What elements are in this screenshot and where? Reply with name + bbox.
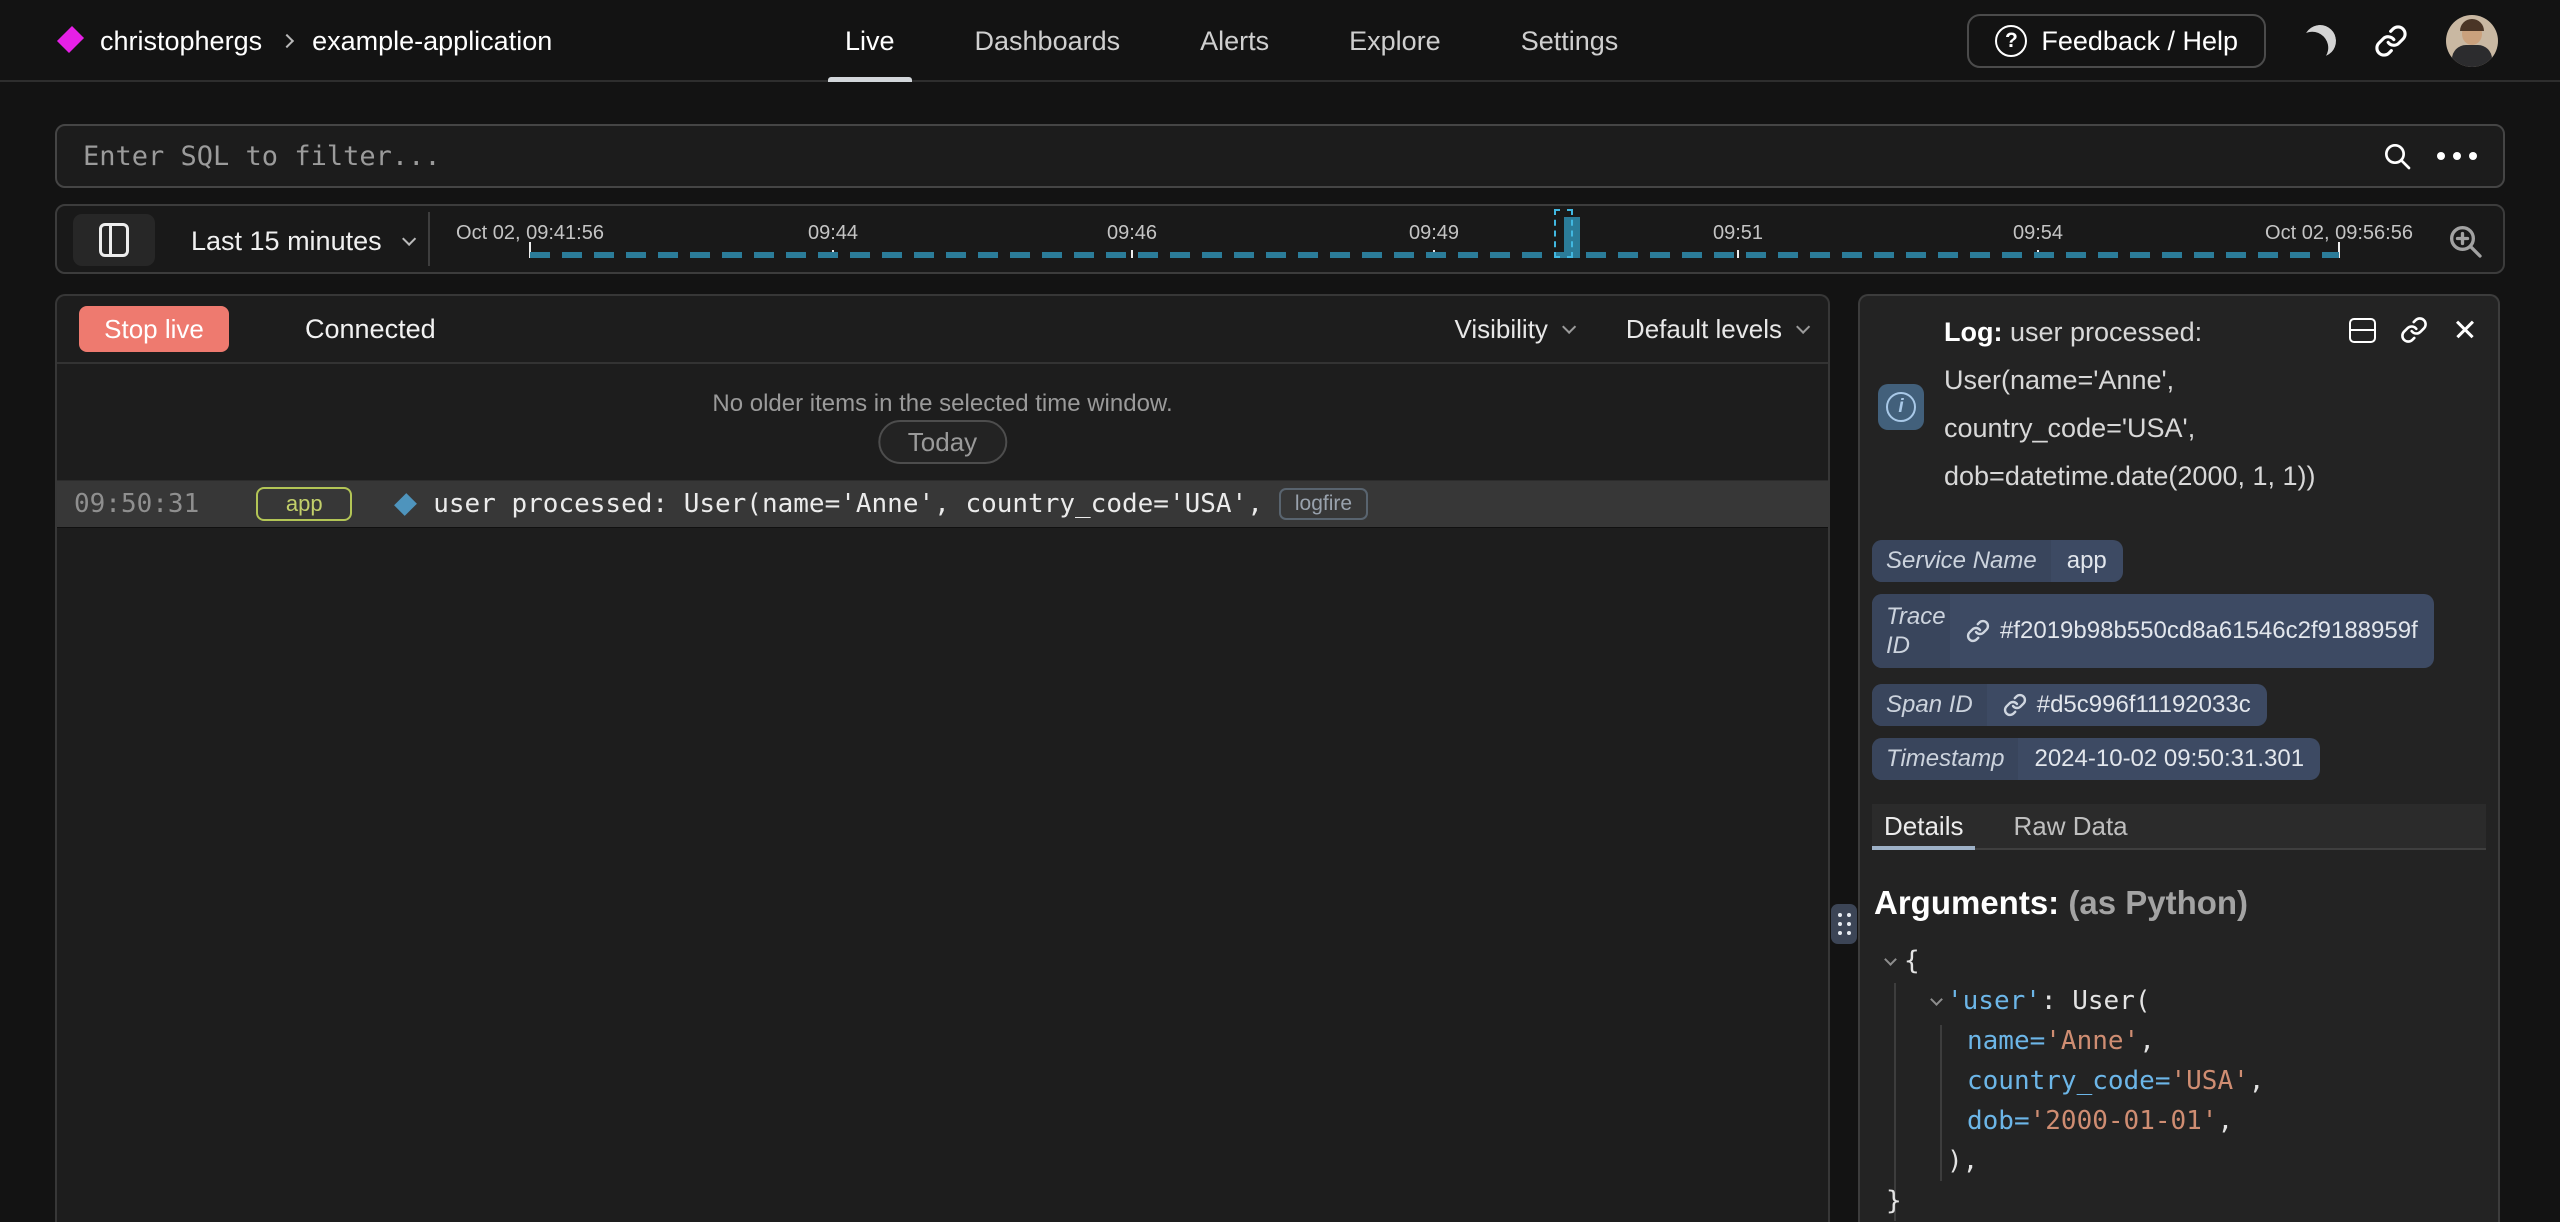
chevron-down-icon [1796,320,1810,334]
panel-resize-handle[interactable] [1831,904,1857,944]
detail-tabs: Details Raw Data [1872,804,2486,850]
arguments-code-tree: { 'user': User( name='Anne', country_cod… [1872,941,2488,1222]
log-detail-panel: i Log: user processed: User(name='Anne',… [1858,294,2500,1222]
tab-live[interactable]: Live [845,0,895,82]
collapse-chevron-icon[interactable] [1884,953,1897,966]
today-chip[interactable]: Today [878,420,1007,464]
share-link-icon[interactable] [2374,24,2408,58]
feedback-help-label: Feedback / Help [2041,26,2238,57]
breadcrumb: christophergs example-application [100,0,552,82]
tab-dashboards[interactable]: Dashboards [975,0,1121,82]
search-icon[interactable] [2381,140,2413,172]
attribute-span-id: Span ID #d5c996f11192033c [1872,684,2267,726]
sidebar-toggle-icon [99,223,129,257]
connection-status: Connected [305,314,436,345]
chevron-right-icon [280,34,294,48]
code-line: dob='2000-01-01', [1872,1101,2488,1141]
live-controls-row: Stop live Connected Visibility Default l… [57,296,1828,364]
log-level-diamond-icon [394,493,417,516]
code-line: { [1872,941,2488,981]
code-line: } [1872,1181,2488,1221]
timeline-bar: Last 15 minutes Oct 02, 09:41:56 09:44 0… [55,204,2505,274]
dark-mode-toggle-moon-icon[interactable] [2301,22,2339,60]
log-row[interactable]: 09:50:31 app user processed: User(name='… [57,480,1828,528]
log-timestamp: 09:50:31 [74,489,199,519]
breadcrumb-project[interactable]: example-application [312,26,552,57]
logfire-logo-icon [57,26,84,53]
live-log-panel: Stop live Connected Visibility Default l… [55,294,1830,1222]
user-avatar[interactable] [2446,15,2498,67]
log-message: user processed: User(name='Anne', countr… [433,489,1263,519]
arguments-heading: Arguments: (as Python) [1874,884,2248,922]
timeline-track[interactable] [530,252,2339,258]
timeline-divider [428,212,430,266]
copy-link-icon[interactable] [2400,316,2428,344]
zoom-in-icon[interactable] [2445,221,2485,261]
tab-raw-data[interactable]: Raw Data [2001,804,2139,848]
service-tag: app [256,487,352,521]
time-range-selector[interactable]: Last 15 minutes [191,206,412,276]
close-icon[interactable] [2452,317,2478,343]
empty-window-message: No older items in the selected time wind… [57,390,1828,418]
scope-tag: logfire [1279,488,1368,520]
split-view-icon[interactable] [2349,318,2376,343]
more-options-icon[interactable] [2437,152,2477,160]
top-nav-bar: christophergs example-application Live D… [0,0,2560,82]
main-nav: Live Dashboards Alerts Explore Settings [845,0,1618,82]
attribute-timestamp: Timestamp 2024-10-02 09:50:31.301 [1872,738,2320,780]
trace-link-icon[interactable] [1966,619,1990,643]
detail-panel-actions [2349,316,2478,344]
app-root: christophergs example-application Live D… [0,0,2560,1222]
header-actions: ? Feedback / Help [1967,0,2498,82]
sidebar-toggle-button[interactable] [73,214,155,266]
code-line: country_code='USA', [1872,1061,2488,1101]
breadcrumb-org[interactable]: christophergs [100,26,262,57]
tab-alerts[interactable]: Alerts [1200,0,1269,82]
sql-filter-input[interactable] [57,126,2381,186]
time-range-label: Last 15 minutes [191,226,382,257]
sql-filter-bar [55,124,2505,188]
tab-settings[interactable]: Settings [1521,0,1619,82]
code-line: ), [1872,1141,2488,1181]
info-level-icon: i [1878,384,1924,430]
attribute-trace-id: Trace ID #f2019b98b550cd8a61546c2f918895… [1872,594,2434,668]
collapse-chevron-icon[interactable] [1930,993,1943,1006]
attribute-service-name: Service Name app [1872,540,2123,582]
stop-live-button[interactable]: Stop live [79,306,229,352]
chevron-down-icon [402,232,416,246]
span-link-icon[interactable] [2003,693,2027,717]
feedback-help-button[interactable]: ? Feedback / Help [1967,14,2266,68]
question-circle-icon: ? [1995,25,2027,57]
code-line: 'user': User( [1872,981,2488,1021]
tab-details[interactable]: Details [1872,804,1975,848]
visibility-dropdown[interactable]: Visibility [1454,314,1571,345]
tab-explore[interactable]: Explore [1349,0,1441,82]
log-detail-title: Log: user processed: User(name='Anne', c… [1944,308,2348,500]
code-line: name='Anne', [1872,1021,2488,1061]
chevron-down-icon [1562,320,1576,334]
default-levels-dropdown[interactable]: Default levels [1626,314,1806,345]
timeline-selection-marker [1554,209,1573,258]
